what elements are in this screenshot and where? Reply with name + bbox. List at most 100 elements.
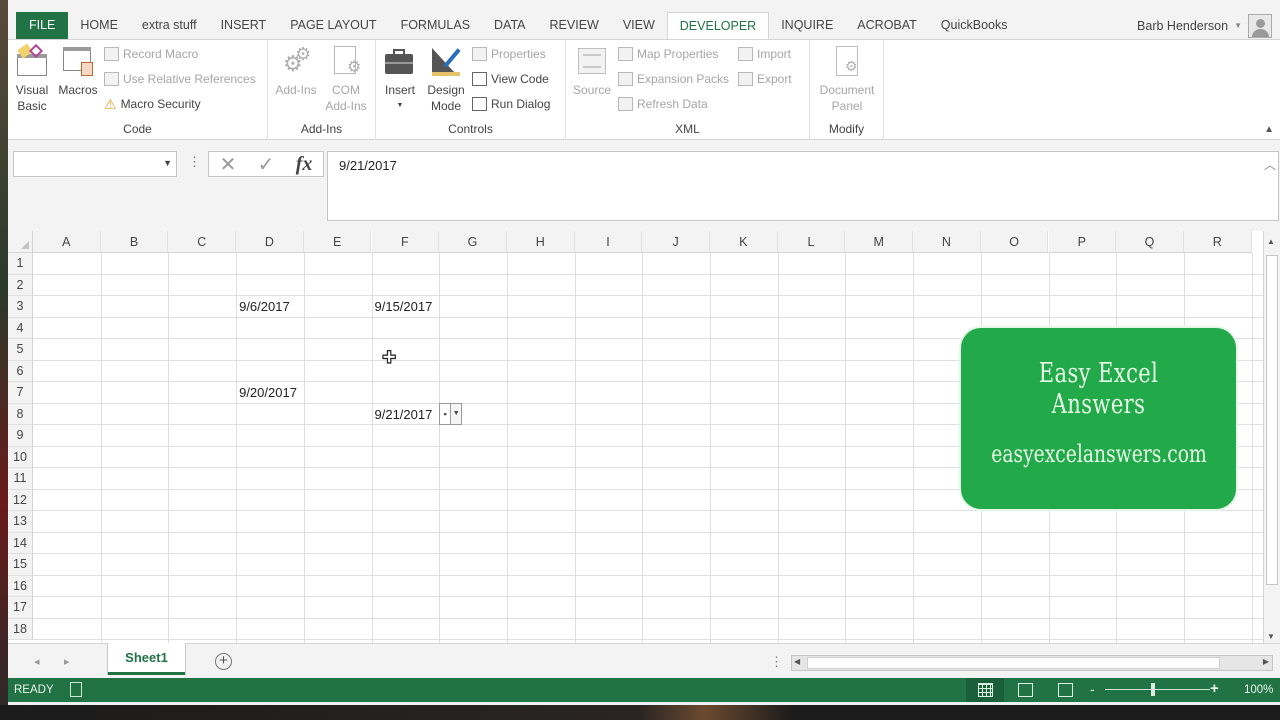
resize-handle[interactable]: ⋮ (188, 154, 201, 170)
tab-developer[interactable]: DEVELOPER (666, 12, 770, 39)
page-break-preview-button[interactable] (1046, 678, 1084, 702)
scroll-up-icon[interactable]: ▲ (1267, 237, 1275, 246)
zoom-in-button[interactable]: + (1210, 680, 1219, 697)
macro-recording-icon[interactable] (70, 682, 82, 697)
column-header-d[interactable]: D (236, 231, 304, 253)
column-header-h[interactable]: H (506, 231, 575, 253)
cell-f3[interactable]: 9/15/2017 (375, 299, 433, 314)
cell-f8[interactable]: 9/21/2017 (375, 407, 433, 422)
document-panel-button[interactable]: ⚙ Document Panel (815, 44, 879, 114)
collapse-formula-bar-icon[interactable]: ︿ (1264, 156, 1276, 173)
sheet-tab-sheet1[interactable]: Sheet1 (108, 643, 185, 675)
tab-file[interactable]: FILE (16, 12, 69, 39)
column-header-j[interactable]: J (642, 231, 710, 253)
row-header-6[interactable]: 6 (8, 360, 33, 382)
row-header-2[interactable]: 2 (8, 274, 33, 296)
row-header-9[interactable]: 9 (8, 425, 33, 447)
use-relative-references-button[interactable]: Use Relative References (104, 69, 256, 89)
design-mode-button[interactable]: Design Mode (424, 44, 468, 114)
macros-button[interactable]: Macros (56, 44, 100, 98)
column-header-a[interactable]: A (33, 231, 101, 253)
row-header-1[interactable]: 1 (8, 253, 33, 275)
scroll-down-icon[interactable]: ▼ (1267, 632, 1275, 641)
map-properties-button[interactable]: Map Properties (618, 44, 718, 64)
select-all-button[interactable] (8, 231, 33, 253)
tab-extra-stuff[interactable]: extra stuff (130, 12, 209, 39)
prev-sheet-icon[interactable]: ◂ (34, 655, 40, 668)
cancel-icon[interactable]: ✕ (220, 152, 237, 177)
column-header-k[interactable]: K (710, 231, 778, 253)
zoom-slider-thumb[interactable] (1151, 683, 1155, 696)
tab-page-layout[interactable]: PAGE LAYOUT (278, 12, 388, 39)
row-header-15[interactable]: 15 (8, 554, 33, 576)
cell-d3[interactable]: 9/6/2017 (239, 299, 290, 314)
source-button[interactable]: Source (570, 44, 614, 98)
account-menu[interactable]: Barb Henderson ▼ (1137, 12, 1272, 39)
refresh-data-button[interactable]: Refresh Data (618, 94, 708, 114)
row-header-10[interactable]: 10 (8, 446, 33, 468)
column-header-i[interactable]: I (574, 231, 643, 253)
name-box[interactable]: ▼ (13, 151, 177, 177)
row-header-13[interactable]: 13 (8, 511, 33, 533)
tab-view[interactable]: VIEW (611, 12, 667, 39)
horizontal-scrollbar[interactable]: ◀ ▶ (791, 655, 1273, 671)
row-header-18[interactable]: 18 (8, 618, 33, 640)
chevron-down-icon[interactable]: ▼ (163, 158, 172, 168)
column-header-m[interactable]: M (845, 231, 914, 253)
tab-acrobat[interactable]: ACROBAT (845, 12, 929, 39)
formula-input[interactable]: 9/21/2017 ︿ (327, 151, 1279, 221)
addins-button[interactable]: ⚙ ⚙ Add-Ins (274, 44, 318, 98)
column-header-n[interactable]: N (913, 231, 981, 253)
properties-button[interactable]: Properties (472, 44, 546, 64)
column-header-c[interactable]: C (168, 231, 237, 253)
run-dialog-button[interactable]: Run Dialog (472, 94, 550, 114)
column-header-p[interactable]: P (1048, 231, 1117, 253)
row-header-17[interactable]: 17 (8, 597, 33, 619)
column-header-f[interactable]: F (371, 231, 440, 253)
scroll-left-icon[interactable]: ◀ (794, 657, 800, 666)
zoom-level[interactable]: 100% (1244, 684, 1273, 696)
tab-data[interactable]: DATA (482, 12, 537, 39)
row-header-7[interactable]: 7 (8, 382, 33, 404)
zoom-out-button[interactable]: - (1090, 681, 1095, 697)
vertical-scroll-thumb[interactable] (1266, 255, 1278, 585)
tab-home[interactable]: HOME (68, 12, 130, 39)
row-header-16[interactable]: 16 (8, 575, 33, 597)
scroll-right-icon[interactable]: ▶ (1263, 657, 1269, 666)
record-macro-button[interactable]: Record Macro (104, 44, 198, 64)
zoom-slider[interactable] (1105, 689, 1210, 690)
row-header-12[interactable]: 12 (8, 489, 33, 511)
column-header-e[interactable]: E (303, 231, 372, 253)
tab-formulas[interactable]: FORMULAS (389, 12, 482, 39)
auto-fill-options-button[interactable]: ▪ ▼ (439, 402, 463, 425)
com-addins-button[interactable]: ⚙ COM Add-Ins (324, 44, 368, 114)
column-header-o[interactable]: O (980, 231, 1049, 253)
import-button[interactable]: Import (738, 44, 791, 64)
column-header-b[interactable]: B (100, 231, 169, 253)
view-code-button[interactable]: View Code (472, 69, 549, 89)
normal-view-button[interactable] (966, 678, 1004, 702)
cell-d7[interactable]: 9/20/2017 (239, 385, 297, 400)
tab-inquire[interactable]: INQUIRE (769, 12, 845, 39)
column-header-l[interactable]: L (777, 231, 846, 253)
visual-basic-button[interactable]: Visual Basic (12, 43, 52, 114)
enter-icon[interactable]: ✓ (258, 152, 275, 177)
tab-split-handle[interactable]: ⋮ (770, 654, 783, 670)
row-header-11[interactable]: 11 (8, 468, 33, 490)
tab-insert[interactable]: INSERT (209, 12, 279, 39)
row-header-3[interactable]: 3 (8, 296, 33, 318)
row-header-5[interactable]: 5 (8, 339, 33, 361)
vertical-scrollbar[interactable]: ▲ ▼ (1263, 231, 1280, 643)
column-header-r[interactable]: R (1183, 231, 1252, 253)
expansion-packs-button[interactable]: Expansion Packs (618, 69, 729, 89)
column-header-g[interactable]: G (439, 231, 507, 253)
export-button[interactable]: Export (738, 69, 792, 89)
insert-function-icon[interactable]: fx (296, 153, 313, 176)
row-header-4[interactable]: 4 (8, 317, 33, 339)
next-sheet-icon[interactable]: ▸ (64, 655, 70, 668)
page-layout-view-button[interactable] (1006, 678, 1044, 702)
column-header-q[interactable]: Q (1116, 231, 1184, 253)
add-sheet-button[interactable]: + (215, 653, 232, 670)
tab-quickbooks[interactable]: QuickBooks (929, 12, 1020, 39)
collapse-ribbon-icon[interactable]: ▲ (1264, 124, 1274, 135)
